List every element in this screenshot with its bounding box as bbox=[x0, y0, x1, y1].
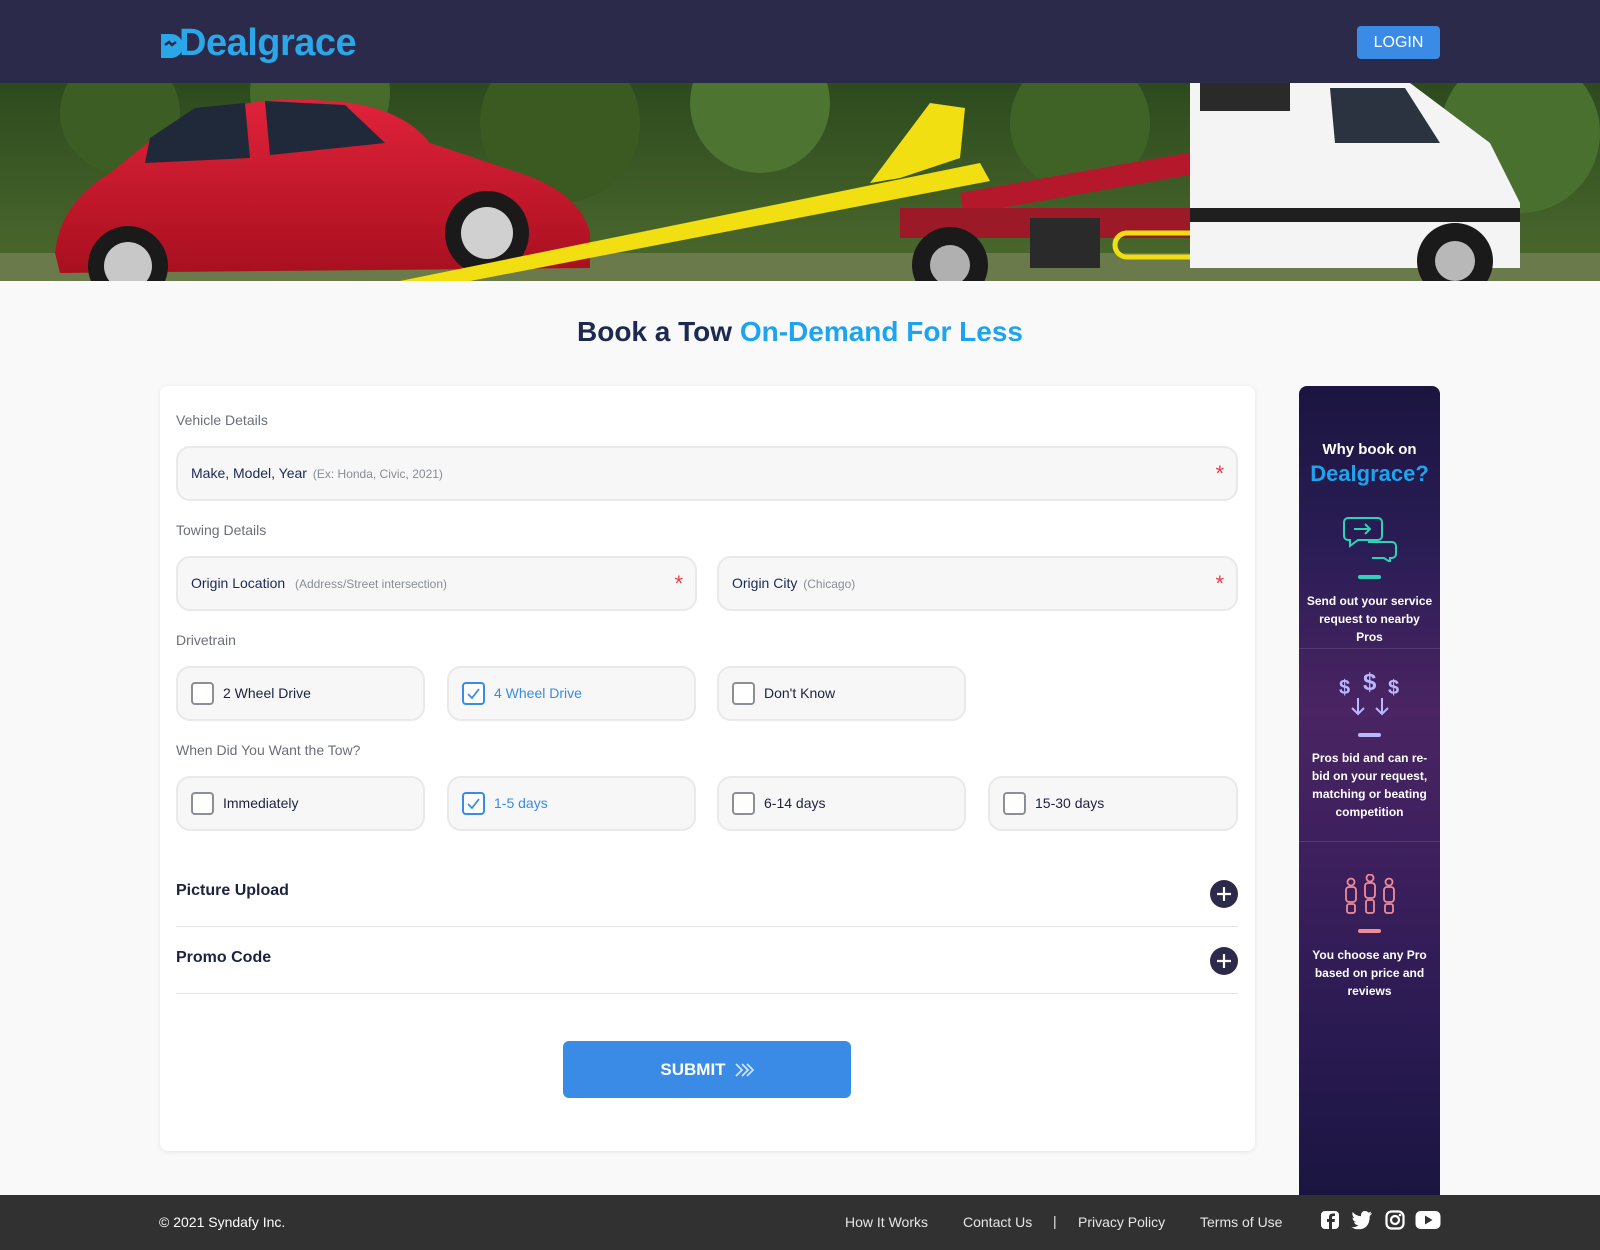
hero-banner bbox=[0, 83, 1600, 281]
page-title-highlight: On-Demand For Less bbox=[739, 316, 1023, 347]
origin-location-field[interactable]: Origin Location (Address/Street intersec… bbox=[176, 556, 697, 611]
required-asterisk: * bbox=[1215, 461, 1224, 486]
origin-city-placeholder: (Chicago) bbox=[803, 577, 856, 591]
picture-upload-accordion[interactable]: Picture Upload bbox=[176, 860, 1238, 927]
towing-details-heading: Towing Details bbox=[176, 522, 267, 538]
step-2-text: Pros bid and can re-bid on your request,… bbox=[1311, 751, 1428, 819]
required-asterisk: * bbox=[1215, 571, 1224, 596]
when-option-6-14-days[interactable]: 6-14 days bbox=[717, 776, 966, 831]
make-model-year-label-text: Make, Model, Year bbox=[191, 465, 307, 481]
dollar-bids-icon: $ $ $ bbox=[1339, 672, 1399, 716]
make-model-year-field[interactable]: Make, Model, Year (Ex: Honda, Civic, 202… bbox=[176, 446, 1238, 501]
checkbox-checked[interactable] bbox=[462, 792, 485, 815]
when-option-label: Immediately bbox=[223, 795, 299, 811]
page-title-main: Book a Tow bbox=[577, 316, 740, 347]
page-title: Book a Tow On-Demand For Less bbox=[0, 316, 1600, 348]
footer-link-how-it-works[interactable]: How It Works bbox=[845, 1214, 928, 1230]
drivetrain-option-2wd[interactable]: 2 Wheel Drive bbox=[176, 666, 425, 721]
facebook-icon[interactable] bbox=[1320, 1210, 1340, 1230]
vehicle-details-heading: Vehicle Details bbox=[176, 412, 268, 428]
tow-truck-image bbox=[0, 83, 1600, 281]
drivetrain-option-label: 2 Wheel Drive bbox=[223, 685, 311, 701]
double-chevron-right-icon bbox=[734, 1062, 754, 1077]
svg-text:$: $ bbox=[1339, 677, 1350, 699]
checkbox[interactable] bbox=[1003, 792, 1026, 815]
footer-link-terms-of-use[interactable]: Terms of Use bbox=[1200, 1214, 1282, 1230]
origin-location-placeholder: (Address/Street intersection) bbox=[294, 577, 448, 591]
step-1-text: Send out your service request to nearby … bbox=[1306, 594, 1433, 644]
checkmark-icon bbox=[467, 798, 480, 810]
footer-link-privacy-policy[interactable]: Privacy Policy bbox=[1078, 1214, 1165, 1230]
youtube-icon[interactable] bbox=[1415, 1210, 1441, 1230]
footer-link-contact-us[interactable]: Contact Us bbox=[963, 1214, 1032, 1230]
checkmark-icon bbox=[467, 688, 480, 700]
logo-mark-icon bbox=[159, 29, 185, 59]
logo-text: Dealgrace bbox=[179, 22, 357, 64]
step-separator bbox=[1299, 841, 1440, 842]
dealgrace-logo[interactable]: Dealgrace bbox=[159, 22, 357, 65]
svg-text:$: $ bbox=[1363, 672, 1377, 696]
footer-separator: | bbox=[1053, 1213, 1057, 1229]
instagram-icon[interactable] bbox=[1385, 1210, 1405, 1230]
step-divider-pink bbox=[1358, 929, 1381, 933]
login-button[interactable]: LOGIN bbox=[1357, 26, 1440, 59]
when-option-label: 15-30 days bbox=[1035, 795, 1105, 811]
origin-location-label-text: Origin Location bbox=[191, 575, 286, 591]
make-model-year-placeholder: (Ex: Honda, Civic, 2021) bbox=[312, 467, 443, 481]
tow-request-form: Vehicle Details Make, Model, Year (Ex: H… bbox=[160, 386, 1255, 1151]
drivetrain-option-label: 4 Wheel Drive bbox=[494, 685, 582, 701]
chat-bubbles-icon bbox=[1343, 517, 1397, 562]
promo-code-label: Promo Code bbox=[176, 949, 272, 966]
when-option-15-30-days[interactable]: 15-30 days bbox=[988, 776, 1238, 831]
top-header: Dealgrace LOGIN bbox=[0, 0, 1600, 83]
origin-city-label-text: Origin City bbox=[732, 575, 798, 591]
when-option-1-5-days[interactable]: 1-5 days bbox=[447, 776, 696, 831]
drivetrain-option-label: Don't Know bbox=[764, 685, 836, 701]
twitter-icon[interactable] bbox=[1351, 1210, 1373, 1230]
why-brand-heading: Dealgrace? bbox=[1310, 461, 1429, 486]
step-divider-lavender bbox=[1358, 733, 1381, 737]
when-tow-heading: When Did You Want the Tow? bbox=[176, 742, 361, 758]
site-footer: © 2021 Syndafy Inc. How It Works Contact… bbox=[0, 1195, 1600, 1250]
why-heading: Why book on bbox=[1322, 441, 1417, 458]
expand-plus-icon[interactable] bbox=[1210, 880, 1238, 908]
expand-plus-icon[interactable] bbox=[1210, 947, 1238, 975]
origin-location-label: Origin Location (Address/Street intersec… bbox=[191, 575, 447, 591]
when-option-immediately[interactable]: Immediately bbox=[176, 776, 425, 831]
make-model-year-label: Make, Model, Year (Ex: Honda, Civic, 202… bbox=[191, 465, 443, 481]
submit-button[interactable]: SUBMIT bbox=[563, 1041, 851, 1098]
step-separator bbox=[1299, 648, 1440, 649]
choose-pro-icon bbox=[1345, 874, 1395, 914]
submit-label: SUBMIT bbox=[660, 1059, 726, 1079]
drivetrain-option-dont-know[interactable]: Don't Know bbox=[717, 666, 966, 721]
step-divider-teal bbox=[1358, 575, 1381, 579]
checkbox[interactable] bbox=[191, 682, 214, 705]
required-asterisk: * bbox=[674, 571, 683, 596]
why-book-panel: Why book on Dealgrace? Send out your ser… bbox=[1299, 386, 1440, 1196]
step-3-text: You choose any Pro based on price and re… bbox=[1312, 948, 1427, 998]
picture-upload-label: Picture Upload bbox=[176, 882, 289, 899]
promo-code-accordion[interactable]: Promo Code bbox=[176, 927, 1238, 994]
svg-text:$: $ bbox=[1388, 677, 1399, 699]
origin-city-label: Origin City (Chicago) bbox=[732, 575, 855, 591]
checkbox[interactable] bbox=[732, 792, 755, 815]
checkbox[interactable] bbox=[191, 792, 214, 815]
when-option-label: 6-14 days bbox=[764, 795, 826, 811]
checkbox-checked[interactable] bbox=[462, 682, 485, 705]
drivetrain-heading: Drivetrain bbox=[176, 632, 236, 648]
checkbox[interactable] bbox=[732, 682, 755, 705]
drivetrain-option-4wd[interactable]: 4 Wheel Drive bbox=[447, 666, 696, 721]
origin-city-field[interactable]: Origin City (Chicago) * bbox=[717, 556, 1238, 611]
copyright-text: © 2021 Syndafy Inc. bbox=[159, 1214, 286, 1230]
when-option-label: 1-5 days bbox=[494, 795, 548, 811]
